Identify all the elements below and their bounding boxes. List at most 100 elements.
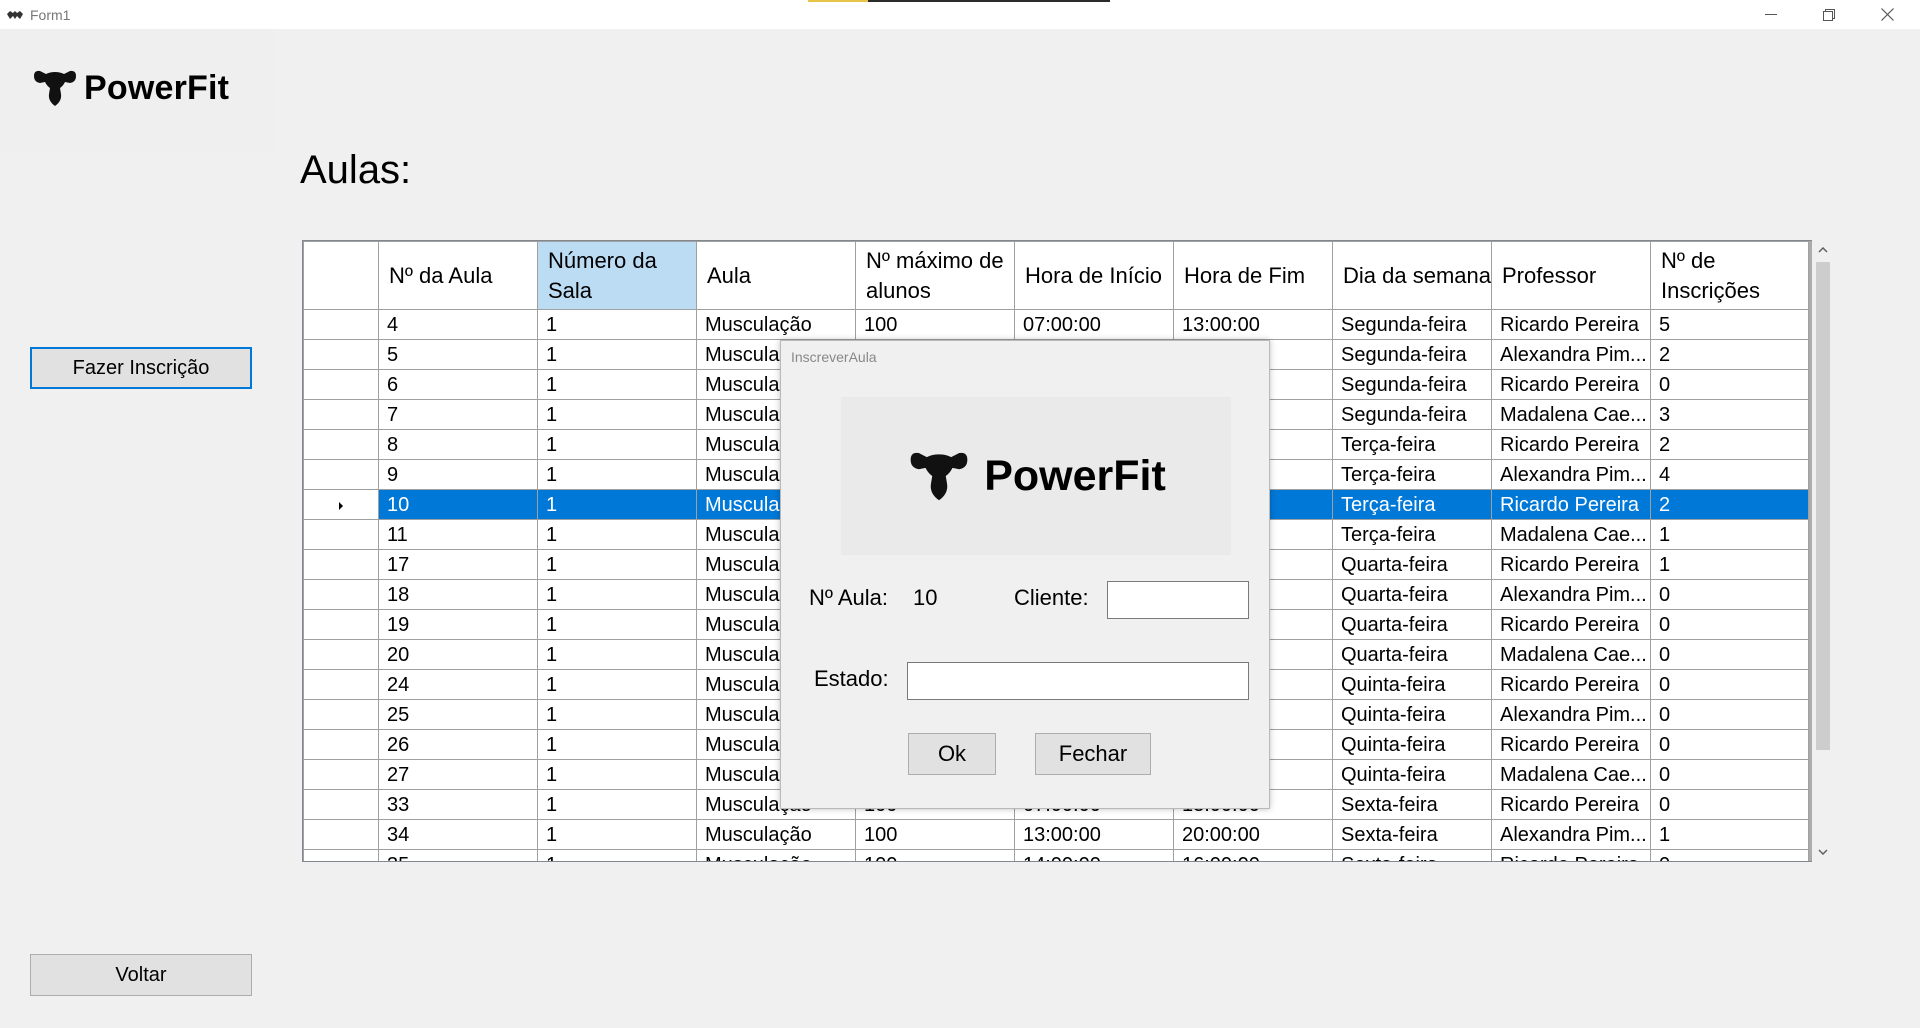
table-cell[interactable]: 18 bbox=[378, 579, 538, 610]
table-cell[interactable]: 7 bbox=[378, 399, 538, 430]
table-cell[interactable]: 33 bbox=[378, 789, 538, 820]
table-cell[interactable]: 6 bbox=[378, 369, 538, 400]
table-cell[interactable]: 5 bbox=[1650, 309, 1809, 340]
table-cell[interactable]: 0 bbox=[1650, 759, 1809, 790]
table-cell[interactable]: 2 bbox=[1650, 429, 1809, 460]
table-cell[interactable]: 2 bbox=[1650, 489, 1809, 520]
table-cell[interactable]: 1 bbox=[537, 339, 697, 370]
table-cell[interactable]: Alexandra Pim... bbox=[1491, 699, 1651, 730]
row-header[interactable] bbox=[303, 579, 379, 610]
table-cell[interactable]: Alexandra Pim... bbox=[1491, 819, 1651, 850]
table-cell[interactable]: Segunda-feira bbox=[1332, 339, 1492, 370]
vertical-scrollbar[interactable] bbox=[1812, 240, 1834, 862]
table-cell[interactable]: Ricardo Pereira bbox=[1491, 669, 1651, 700]
table-cell[interactable]: 4 bbox=[378, 309, 538, 340]
table-cell[interactable]: 1 bbox=[537, 639, 697, 670]
row-header[interactable] bbox=[303, 339, 379, 370]
column-header[interactable]: Aula bbox=[696, 241, 856, 310]
table-cell[interactable]: Quarta-feira bbox=[1332, 549, 1492, 580]
table-cell[interactable]: 07:00:00 bbox=[1014, 309, 1174, 340]
table-cell[interactable]: 100 bbox=[855, 849, 1015, 861]
table-cell[interactable]: Terça-feira bbox=[1332, 459, 1492, 490]
column-header[interactable]: Hora de Início bbox=[1014, 241, 1174, 310]
column-header[interactable]: Hora de Fim bbox=[1173, 241, 1333, 310]
table-cell[interactable]: Quinta-feira bbox=[1332, 759, 1492, 790]
table-cell[interactable]: Sexta-feira bbox=[1332, 819, 1492, 850]
row-header[interactable] bbox=[303, 519, 379, 550]
table-cell[interactable]: 100 bbox=[855, 819, 1015, 850]
table-cell[interactable]: 1 bbox=[537, 789, 697, 820]
table-cell[interactable]: 35 bbox=[378, 849, 538, 861]
table-cell[interactable]: Ricardo Pereira bbox=[1491, 549, 1651, 580]
table-cell[interactable]: 1 bbox=[537, 369, 697, 400]
row-header[interactable] bbox=[303, 549, 379, 580]
table-cell[interactable]: Madalena Cae... bbox=[1491, 759, 1651, 790]
table-cell[interactable]: 1 bbox=[1650, 819, 1809, 850]
row-header[interactable] bbox=[303, 609, 379, 640]
table-cell[interactable]: 1 bbox=[1650, 519, 1809, 550]
table-cell[interactable]: 11 bbox=[378, 519, 538, 550]
table-cell[interactable]: 1 bbox=[537, 609, 697, 640]
table-cell[interactable]: Quarta-feira bbox=[1332, 609, 1492, 640]
table-cell[interactable]: Quinta-feira bbox=[1332, 699, 1492, 730]
table-cell[interactable]: 1 bbox=[537, 489, 697, 520]
row-header[interactable] bbox=[303, 369, 379, 400]
table-cell[interactable]: 0 bbox=[1650, 639, 1809, 670]
table-cell[interactable]: Quinta-feira bbox=[1332, 669, 1492, 700]
table-cell[interactable]: 0 bbox=[1650, 369, 1809, 400]
table-cell[interactable]: 17 bbox=[378, 549, 538, 580]
table-cell[interactable]: 5 bbox=[378, 339, 538, 370]
row-header[interactable] bbox=[303, 459, 379, 490]
estado-field[interactable] bbox=[907, 662, 1249, 700]
table-cell[interactable]: Segunda-feira bbox=[1332, 399, 1492, 430]
table-cell[interactable]: 19 bbox=[378, 609, 538, 640]
table-cell[interactable]: 1 bbox=[537, 759, 697, 790]
table-cell[interactable]: 1 bbox=[537, 399, 697, 430]
row-header[interactable] bbox=[303, 489, 379, 520]
table-cell[interactable]: 27 bbox=[378, 759, 538, 790]
table-cell[interactable]: Quarta-feira bbox=[1332, 639, 1492, 670]
table-cell[interactable]: Alexandra Pim... bbox=[1491, 339, 1651, 370]
table-cell[interactable]: 1 bbox=[537, 699, 697, 730]
table-cell[interactable]: 14:00:00 bbox=[1014, 849, 1174, 861]
table-cell[interactable]: 1 bbox=[537, 519, 697, 550]
table-cell[interactable]: 1 bbox=[537, 729, 697, 760]
column-header[interactable]: Dia da semana bbox=[1332, 241, 1492, 310]
enroll-button[interactable]: Fazer Inscrição bbox=[30, 347, 252, 389]
table-cell[interactable]: 20:00:00 bbox=[1173, 819, 1333, 850]
restore-button[interactable] bbox=[1800, 0, 1858, 29]
row-header[interactable] bbox=[303, 669, 379, 700]
table-cell[interactable]: Ricardo Pereira bbox=[1491, 729, 1651, 760]
back-button[interactable]: Voltar bbox=[30, 954, 252, 996]
table-row[interactable]: 4 1 Musculação 100 07:00:00 13:00:00 Segunda-f… bbox=[303, 309, 1809, 340]
close-dialog-button[interactable]: Fechar bbox=[1035, 733, 1151, 775]
table-cell[interactable]: 1 bbox=[1650, 549, 1809, 580]
row-header[interactable] bbox=[303, 699, 379, 730]
table-cell[interactable]: 13:00:00 bbox=[1014, 819, 1174, 850]
table-cell[interactable]: Segunda-feira bbox=[1332, 309, 1492, 340]
table-cell[interactable]: 0 bbox=[1650, 789, 1809, 820]
table-cell[interactable]: 1 bbox=[537, 819, 697, 850]
column-header[interactable]: Número da Sala bbox=[537, 241, 697, 310]
table-cell[interactable]: 0 bbox=[1650, 729, 1809, 760]
table-cell[interactable]: Quarta-feira bbox=[1332, 579, 1492, 610]
table-cell[interactable]: 3 bbox=[1650, 399, 1809, 430]
table-cell[interactable]: 9 bbox=[378, 459, 538, 490]
table-cell[interactable]: Madalena Cae... bbox=[1491, 639, 1651, 670]
scroll-down-icon[interactable] bbox=[1812, 842, 1834, 862]
row-header[interactable] bbox=[303, 729, 379, 760]
table-cell[interactable]: Ricardo Pereira bbox=[1491, 609, 1651, 640]
table-cell[interactable]: 16:00:00 bbox=[1173, 849, 1333, 861]
column-header[interactable]: Nº da Aula bbox=[378, 241, 538, 310]
row-header[interactable] bbox=[303, 789, 379, 820]
table-cell[interactable]: Musculação bbox=[696, 849, 856, 861]
table-cell[interactable]: 20 bbox=[378, 639, 538, 670]
table-cell[interactable]: Sexta-feira bbox=[1332, 849, 1492, 861]
scroll-up-icon[interactable] bbox=[1812, 240, 1834, 260]
table-cell[interactable]: 1 bbox=[537, 579, 697, 610]
table-cell[interactable]: Ricardo Pereira bbox=[1491, 849, 1651, 861]
table-cell[interactable]: Madalena Cae... bbox=[1491, 399, 1651, 430]
table-cell[interactable]: 13:00:00 bbox=[1173, 309, 1333, 340]
table-cell[interactable]: 0 bbox=[1650, 669, 1809, 700]
row-header[interactable] bbox=[303, 849, 379, 861]
